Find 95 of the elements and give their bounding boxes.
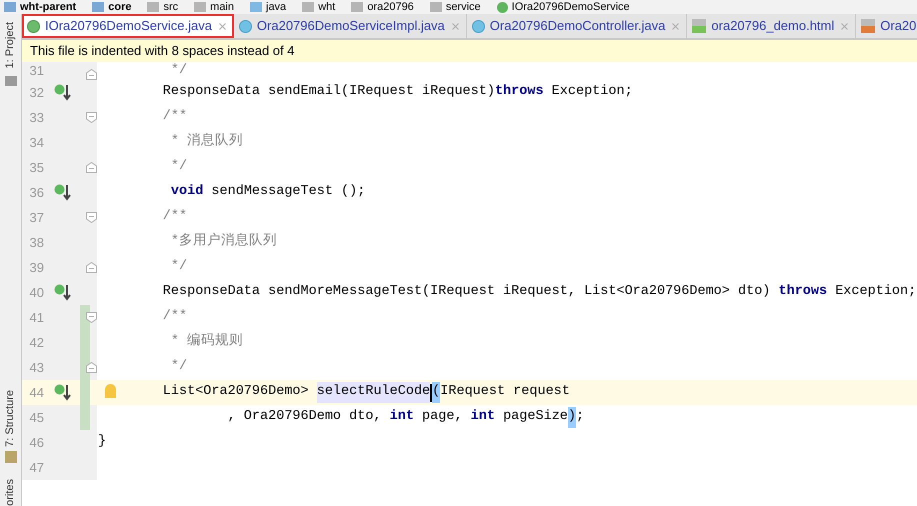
class-icon <box>238 20 252 32</box>
code-token: void <box>170 183 204 202</box>
close-icon[interactable] <box>216 20 228 32</box>
code-token: */ <box>170 258 188 276</box>
breadcrumb-item[interactable]: core <box>108 0 132 14</box>
code-token: , Ora20796Demo dto, <box>228 408 383 426</box>
code-token: */ <box>170 62 188 80</box>
code-token: ( <box>432 382 440 403</box>
breadcrumb-item[interactable]: wht-parent <box>20 0 76 14</box>
breadcrumb-item[interactable]: IOra20796DemoService <box>512 0 630 14</box>
interface-icon <box>496 2 508 12</box>
folder-icon <box>351 2 364 12</box>
code-token: throws <box>778 283 828 302</box>
code-token: ) <box>568 407 576 428</box>
line-number: 40 <box>28 284 44 302</box>
breadcrumb-item[interactable]: ora20796 <box>367 0 414 14</box>
lightbulb-icon[interactable] <box>105 384 116 398</box>
code-token: * 编码规则 <box>170 332 244 352</box>
code-token: IRequest request <box>440 383 570 402</box>
text-caret <box>430 384 432 402</box>
line-number: 39 <box>28 258 44 277</box>
fold-marker-icon[interactable] <box>86 112 97 123</box>
code-token: int <box>470 408 495 426</box>
code-token: Exception; <box>834 283 916 302</box>
close-icon[interactable] <box>670 20 682 32</box>
breadcrumb-item[interactable]: java <box>266 0 286 14</box>
tool-window-tab[interactable]: 7: Structure <box>2 390 19 448</box>
breadcrumb-item[interactable]: src <box>163 0 178 14</box>
code-token: List<Ora20796Demo> <box>162 383 310 402</box>
line-number: 42 <box>28 334 44 352</box>
code-token: pageSize <box>502 408 568 426</box>
line-number: 35 <box>28 158 44 177</box>
code-token: */ <box>170 158 188 176</box>
code-token: throws <box>494 83 544 102</box>
code-token: /** <box>162 208 188 226</box>
notification-text: This file is indented with 8 spaces instead of 4 <box>30 42 294 60</box>
fold-marker-icon[interactable] <box>86 69 97 80</box>
line-number: 38 <box>28 234 44 252</box>
module-folder-icon <box>92 2 104 12</box>
code-token: ; <box>576 408 584 426</box>
line-number: 44 <box>28 384 44 402</box>
line-number: 45 <box>28 408 44 427</box>
line-number: 33 <box>28 108 44 127</box>
line-number: 34 <box>28 134 44 152</box>
code-token: ResponseData sendMoreMessageTest(IRequest iRequest, List<Ora20796Demo> dto) <box>162 283 772 302</box>
fold-marker-icon[interactable] <box>86 362 97 373</box>
folder-icon <box>147 2 160 12</box>
fold-marker-icon[interactable] <box>86 212 97 223</box>
template-file-icon <box>861 19 876 33</box>
change-marker <box>80 405 90 430</box>
code-token: page, <box>421 408 464 426</box>
line-number: 43 <box>28 358 44 377</box>
implemented-method-icon[interactable] <box>54 83 72 101</box>
code-token: *多用户消息队列 <box>170 232 278 252</box>
code-token: sendMessageTest (); <box>210 183 366 202</box>
line-number: 32 <box>28 84 44 102</box>
folder-icon <box>430 2 442 12</box>
fold-marker-icon[interactable] <box>86 262 97 273</box>
html-file-icon <box>692 19 706 33</box>
folder-icon <box>194 2 206 12</box>
code-token: ResponseData sendEmail(IRequest iRequest) <box>162 83 495 102</box>
breadcrumb-item[interactable]: main <box>210 0 234 14</box>
code-token: /** <box>162 308 188 326</box>
code-token: */ <box>170 358 188 376</box>
tool-window-tab[interactable]: orites <box>2 479 19 506</box>
breadcrumb-item[interactable]: wht <box>318 0 336 14</box>
module-folder-icon <box>4 2 16 12</box>
code-token: selectRuleCode <box>316 382 430 403</box>
line-number: 46 <box>28 434 44 452</box>
code-token: } <box>98 433 106 452</box>
code-token: /** <box>162 108 188 126</box>
close-icon[interactable] <box>839 20 850 32</box>
structure-icon <box>4 451 16 464</box>
close-icon[interactable] <box>450 20 461 32</box>
folder-icon <box>4 76 16 86</box>
implemented-method-icon[interactable] <box>54 383 72 401</box>
editor-tab[interactable]: IOra20796DemoService.java <box>22 14 234 38</box>
fold-marker-icon[interactable] <box>86 162 97 173</box>
code-token: * 消息队列 <box>170 132 244 152</box>
line-number: 47 <box>28 458 44 477</box>
line-number: 41 <box>28 308 44 327</box>
tool-window-tab[interactable]: 1: Project <box>2 22 19 68</box>
fold-marker-icon[interactable] <box>86 312 97 323</box>
line-number: 31 <box>28 62 44 80</box>
code-token: Exception; <box>550 83 633 102</box>
class-icon <box>472 20 485 32</box>
breadcrumb-item[interactable]: service <box>446 0 481 14</box>
line-number: 36 <box>28 184 44 202</box>
implemented-method-icon[interactable] <box>54 283 72 301</box>
interface-icon <box>27 20 40 32</box>
folder-icon <box>302 2 314 12</box>
implemented-method-icon[interactable] <box>54 183 72 201</box>
line-number: 37 <box>28 208 44 227</box>
folder-icon <box>250 2 262 12</box>
code-token: int <box>390 408 414 426</box>
